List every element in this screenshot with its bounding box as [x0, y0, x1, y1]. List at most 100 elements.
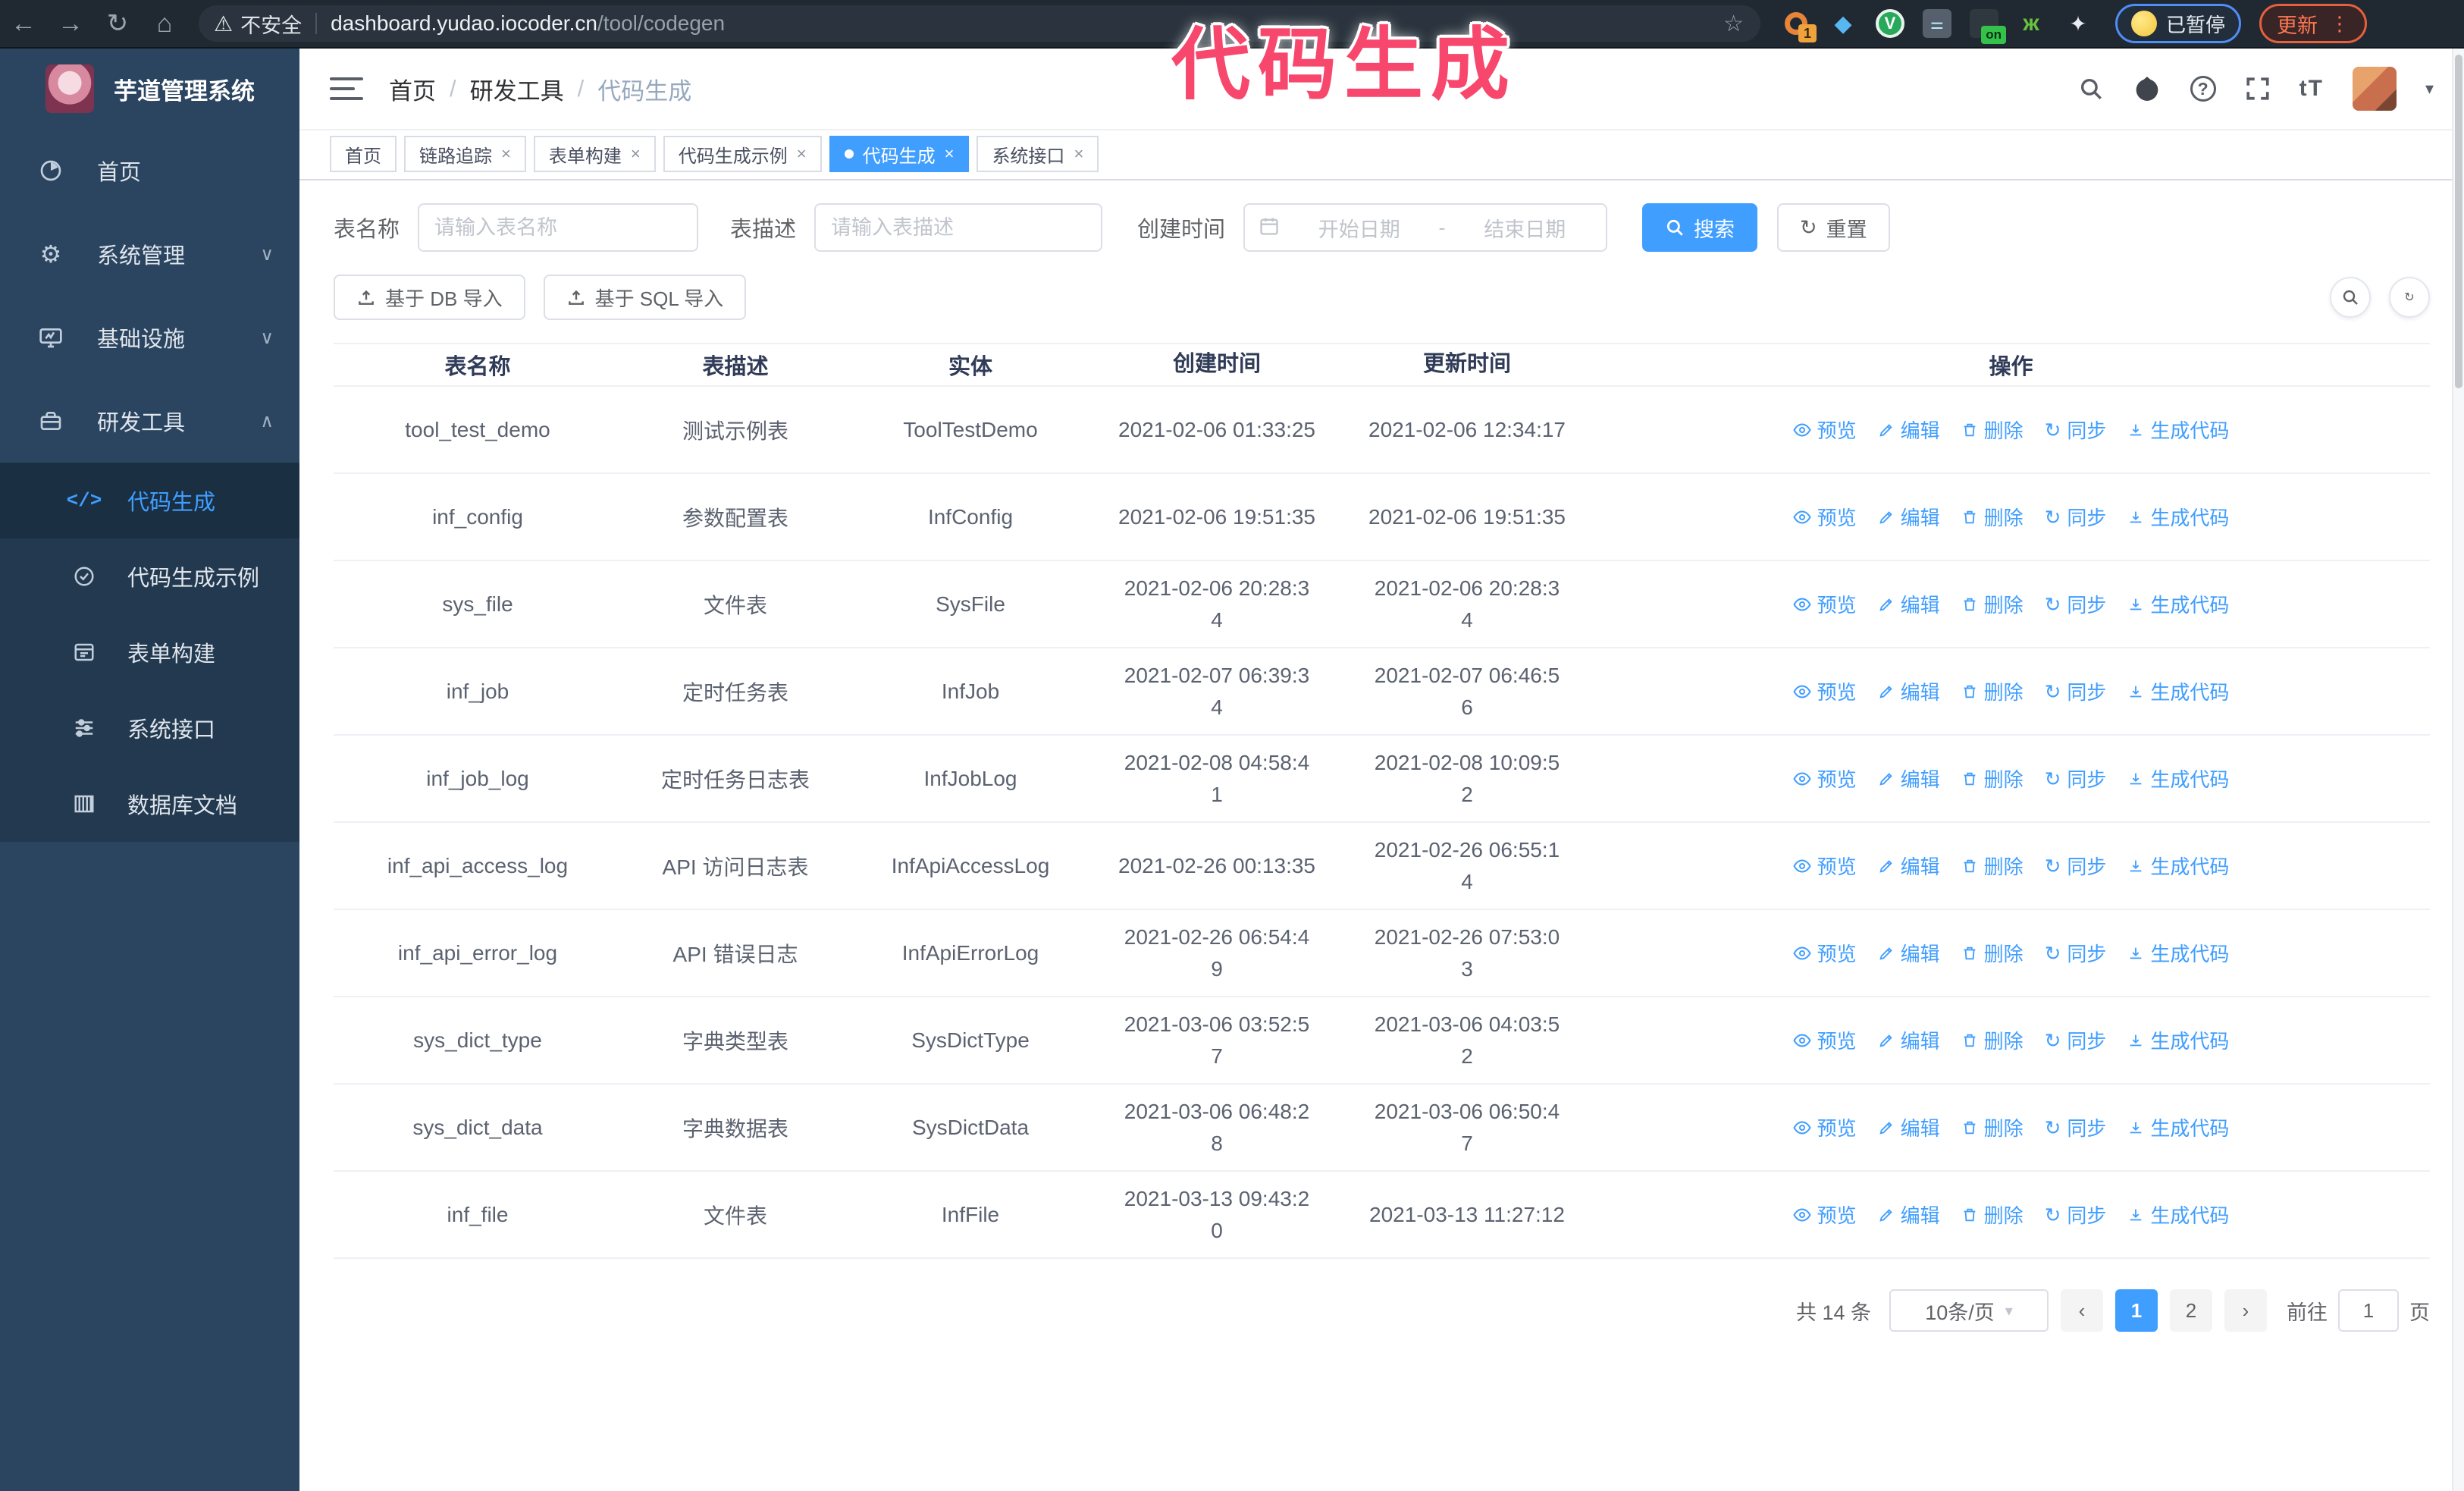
- tag-home[interactable]: 首页: [330, 136, 397, 172]
- tag-codegen[interactable]: 代码生成 ×: [829, 136, 970, 172]
- refresh-table-button[interactable]: ↻: [2389, 277, 2430, 318]
- close-icon[interactable]: ×: [501, 144, 511, 164]
- preview-link[interactable]: 预览: [1792, 416, 1857, 444]
- delete-link[interactable]: 删除: [1961, 939, 2024, 967]
- browser-update-button[interactable]: 更新 ⋮: [2259, 4, 2368, 43]
- preview-link[interactable]: 预览: [1792, 590, 1857, 618]
- tag-tracing[interactable]: 链路追踪 ×: [404, 136, 526, 172]
- tag-form-builder[interactable]: 表单构建 ×: [533, 136, 656, 172]
- edit-link[interactable]: 编辑: [1878, 1026, 1940, 1054]
- generate-code-link[interactable]: 生成代码: [2127, 1026, 2229, 1054]
- toggle-search-button[interactable]: [2330, 277, 2371, 318]
- edit-link[interactable]: 编辑: [1878, 1201, 1940, 1229]
- generate-code-link[interactable]: 生成代码: [2127, 852, 2229, 880]
- extension-v-icon[interactable]: V: [1876, 9, 1904, 38]
- tag-system-api[interactable]: 系统接口 ×: [977, 136, 1099, 172]
- generate-code-link[interactable]: 生成代码: [2127, 416, 2229, 444]
- hamburger-icon[interactable]: [330, 71, 363, 107]
- app-logo-row[interactable]: 芋道管理系统: [0, 49, 299, 129]
- generate-code-link[interactable]: 生成代码: [2127, 1201, 2229, 1229]
- delete-link[interactable]: 删除: [1961, 852, 2024, 880]
- sync-link[interactable]: ↻ 同步: [2045, 416, 2107, 444]
- date-range-picker[interactable]: 开始日期 - 结束日期: [1243, 203, 1608, 252]
- table-desc-input[interactable]: [814, 203, 1103, 252]
- bookmark-star-icon[interactable]: ☆: [1723, 11, 1744, 37]
- delete-link[interactable]: 删除: [1961, 590, 2024, 618]
- menu-dots-icon[interactable]: ⋮: [2330, 12, 2350, 36]
- sync-link[interactable]: ↻ 同步: [2045, 939, 2107, 967]
- scrollbar-thumb[interactable]: [2455, 55, 2462, 388]
- security-badge[interactable]: ⚠ 不安全: [214, 9, 302, 39]
- extension-alien-icon[interactable]: ж: [2017, 9, 2045, 38]
- browser-forward-button[interactable]: →: [47, 9, 94, 39]
- delete-link[interactable]: 删除: [1961, 677, 2024, 705]
- edit-link[interactable]: 编辑: [1878, 416, 1940, 444]
- goto-page-input[interactable]: [2338, 1289, 2399, 1332]
- help-icon[interactable]: ?: [2190, 76, 2216, 102]
- tag-codegen-example[interactable]: 代码生成示例 ×: [663, 136, 822, 172]
- delete-link[interactable]: 删除: [1961, 1113, 2024, 1141]
- close-icon[interactable]: ×: [1074, 144, 1083, 164]
- extension-ring-icon[interactable]: 1: [1782, 9, 1817, 42]
- browser-back-button[interactable]: ←: [0, 9, 47, 39]
- edit-link[interactable]: 编辑: [1878, 590, 1940, 618]
- delete-link[interactable]: 删除: [1961, 503, 2024, 531]
- url-bar[interactable]: ⚠ 不安全 dashboard.yudao.iocoder.cn /tool/c…: [199, 5, 1760, 42]
- github-icon[interactable]: [2133, 74, 2161, 103]
- extension-proxy-icon[interactable]: on: [1970, 9, 2006, 44]
- delete-link[interactable]: 删除: [1961, 416, 2024, 444]
- generate-code-link[interactable]: 生成代码: [2127, 764, 2229, 793]
- avatar-caret-icon[interactable]: ▾: [2425, 79, 2434, 99]
- preview-link[interactable]: 预览: [1792, 1201, 1857, 1229]
- table-name-input[interactable]: [418, 203, 699, 252]
- preview-link[interactable]: 预览: [1792, 1026, 1857, 1054]
- generate-code-link[interactable]: 生成代码: [2127, 939, 2229, 967]
- search-icon[interactable]: [2078, 76, 2104, 102]
- import-sql-button[interactable]: 基于 SQL 导入: [543, 275, 747, 320]
- sync-link[interactable]: ↻ 同步: [2045, 677, 2107, 705]
- sidebar-item-codegen-example[interactable]: 代码生成示例: [0, 538, 299, 614]
- sync-link[interactable]: ↻ 同步: [2045, 852, 2107, 880]
- breadcrumb-item-home[interactable]: 首页: [389, 72, 436, 106]
- generate-code-link[interactable]: 生成代码: [2127, 503, 2229, 531]
- sidebar-item-codegen[interactable]: </> 代码生成: [0, 463, 299, 538]
- sync-link[interactable]: ↻ 同步: [2045, 1113, 2107, 1141]
- browser-reload-button[interactable]: ↻: [94, 8, 141, 39]
- delete-link[interactable]: 删除: [1961, 1201, 2024, 1229]
- scrollbar[interactable]: [2452, 49, 2464, 1491]
- edit-link[interactable]: 编辑: [1878, 677, 1940, 705]
- reset-button[interactable]: ↻ 重置: [1777, 203, 1890, 252]
- delete-link[interactable]: 删除: [1961, 1026, 2024, 1054]
- preview-link[interactable]: 预览: [1792, 764, 1857, 793]
- edit-link[interactable]: 编辑: [1878, 852, 1940, 880]
- sidebar-item-system[interactable]: ⚙ 系统管理 ∨: [0, 212, 299, 296]
- edit-link[interactable]: 编辑: [1878, 1113, 1940, 1141]
- next-page-button[interactable]: ›: [2224, 1289, 2267, 1332]
- font-size-icon[interactable]: tT: [2299, 76, 2324, 102]
- edit-link[interactable]: 编辑: [1878, 503, 1940, 531]
- fullscreen-icon[interactable]: [2245, 76, 2271, 102]
- sidebar-item-form-builder[interactable]: 表单构建: [0, 614, 299, 690]
- page-button-1[interactable]: 1: [2115, 1289, 2158, 1332]
- sync-link[interactable]: ↻ 同步: [2045, 590, 2107, 618]
- extension-gem-icon[interactable]: ◆: [1829, 9, 1857, 38]
- import-db-button[interactable]: 基于 DB 导入: [334, 275, 525, 320]
- page-size-select[interactable]: 10条/页 ▾: [1889, 1289, 2049, 1332]
- breadcrumb-item-devtools[interactable]: 研发工具: [470, 72, 564, 106]
- edit-link[interactable]: 编辑: [1878, 764, 1940, 793]
- sidebar-item-infra[interactable]: 基础设施 ∨: [0, 296, 299, 379]
- sync-link[interactable]: ↻ 同步: [2045, 764, 2107, 793]
- prev-page-button[interactable]: ‹: [2061, 1289, 2103, 1332]
- preview-link[interactable]: 预览: [1792, 1113, 1857, 1141]
- preview-link[interactable]: 预览: [1792, 939, 1857, 967]
- extensions-puzzle-icon[interactable]: ✦: [2064, 9, 2093, 38]
- sync-link[interactable]: ↻ 同步: [2045, 1201, 2107, 1229]
- preview-link[interactable]: 预览: [1792, 852, 1857, 880]
- preview-link[interactable]: 预览: [1792, 677, 1857, 705]
- delete-link[interactable]: 删除: [1961, 764, 2024, 793]
- close-icon[interactable]: ×: [631, 144, 641, 164]
- browser-home-button[interactable]: ⌂: [141, 9, 188, 39]
- sidebar-item-system-api[interactable]: 系统接口: [0, 690, 299, 766]
- preview-link[interactable]: 预览: [1792, 503, 1857, 531]
- sidebar-item-db-doc[interactable]: 数据库文档: [0, 766, 299, 842]
